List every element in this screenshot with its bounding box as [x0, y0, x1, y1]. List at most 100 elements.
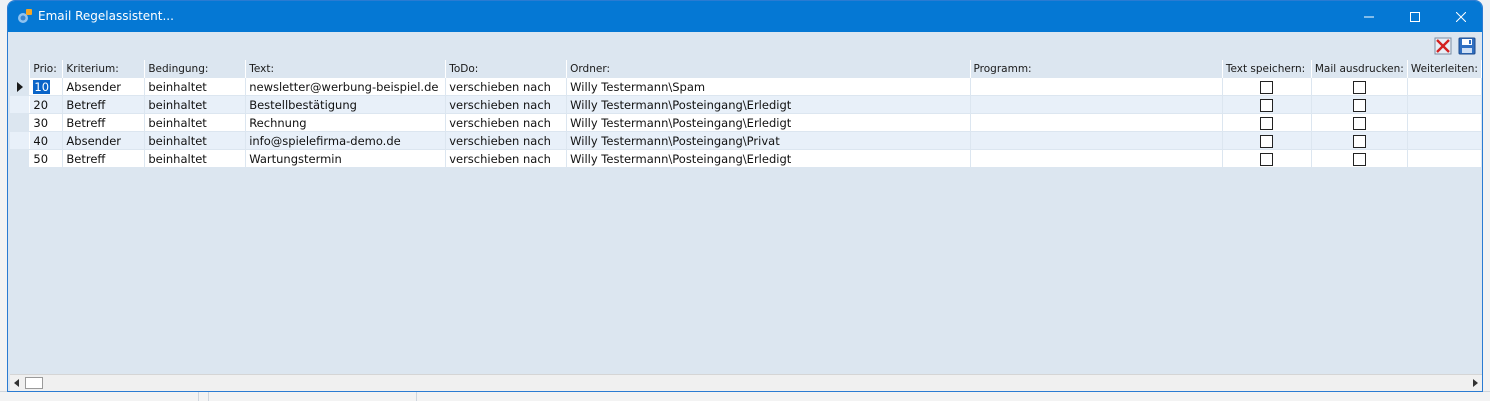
cell-mail-ausdrucken[interactable] — [1311, 95, 1408, 114]
minimize-icon — [1364, 16, 1374, 17]
checkbox[interactable] — [1352, 80, 1366, 94]
cell-todo[interactable]: verschieben nach — [445, 113, 568, 132]
table-row[interactable]: 10 Absender beinhaltet newsletter@werbun… — [10, 78, 1482, 96]
cell-mail-ausdrucken[interactable] — [1311, 78, 1408, 96]
cell-weiterleiten[interactable] — [1407, 95, 1482, 114]
cell-programm[interactable] — [970, 131, 1223, 150]
save-button[interactable] — [1457, 36, 1477, 56]
column-header-bedingung[interactable]: Bedingung: — [144, 60, 247, 78]
cell-kriterium[interactable]: Absender — [62, 131, 146, 150]
cell-ordner[interactable]: Willy Testermann\Posteingang\Erledigt — [566, 113, 971, 132]
cell-bedingung[interactable]: beinhaltet — [144, 78, 247, 96]
column-header-programm[interactable]: Programm: — [970, 60, 1223, 78]
cell-bedingung[interactable]: beinhaltet — [144, 131, 247, 150]
row-header[interactable] — [10, 113, 31, 132]
column-header-weiterleiten[interactable]: Weiterleiten: — [1407, 60, 1482, 78]
column-header-todo[interactable]: ToDo: — [445, 60, 568, 78]
table-row[interactable]: 20 Betreff beinhaltet Bestellbestätigung… — [10, 95, 1482, 114]
cell-prio[interactable]: 50 — [29, 149, 64, 168]
cell-text-speichern[interactable] — [1222, 78, 1312, 96]
cell-todo[interactable]: verschieben nach — [445, 149, 568, 168]
window-title: Email Regelassistent... — [38, 9, 174, 23]
checkbox[interactable] — [1352, 98, 1366, 112]
column-header-text-speichern[interactable]: Text speichern: — [1222, 60, 1312, 78]
cell-kriterium[interactable]: Betreff — [62, 95, 146, 114]
cell-text[interactable]: newsletter@werbung-beispiel.de — [245, 78, 447, 96]
column-header-ordner[interactable]: Ordner: — [566, 60, 971, 78]
grid-header-row: Prio: Kriterium: Bedingung: Text: ToDo: … — [10, 60, 1482, 78]
column-header-kriterium[interactable]: Kriterium: — [62, 60, 146, 78]
horizontal-scrollbar[interactable] — [10, 374, 1482, 391]
cell-text[interactable]: Bestellbestätigung — [245, 95, 447, 114]
row-header-corner — [10, 60, 31, 78]
cell-mail-ausdrucken[interactable] — [1311, 113, 1408, 132]
cell-kriterium[interactable]: Betreff — [62, 149, 146, 168]
table-row[interactable]: 40 Absender beinhaltet info@spielefirma-… — [10, 131, 1482, 150]
cell-text-speichern[interactable] — [1222, 95, 1312, 114]
scrollbar-thumb[interactable] — [25, 377, 43, 389]
cell-prio[interactable]: 20 — [29, 95, 64, 114]
column-header-mail-ausdrucken[interactable]: Mail ausdrucken: — [1311, 60, 1408, 78]
cell-prio[interactable]: 40 — [29, 131, 64, 150]
cell-weiterleiten[interactable] — [1407, 149, 1482, 168]
cell-ordner[interactable]: Willy Testermann\Posteingang\Privat — [566, 131, 971, 150]
maximize-icon — [1410, 11, 1420, 22]
cell-mail-ausdrucken[interactable] — [1311, 131, 1408, 150]
cell-todo[interactable]: verschieben nach — [445, 95, 568, 114]
cell-weiterleiten[interactable] — [1407, 78, 1482, 96]
cell-bedingung[interactable]: beinhaltet — [144, 95, 247, 114]
row-header[interactable] — [10, 78, 31, 96]
table-row[interactable]: 50 Betreff beinhaltet Wartungstermin ver… — [10, 149, 1482, 168]
row-header[interactable] — [10, 131, 31, 150]
cell-prio[interactable]: 30 — [29, 113, 64, 132]
close-icon — [1456, 11, 1466, 22]
checkbox[interactable] — [1260, 152, 1274, 166]
cell-mail-ausdrucken[interactable] — [1311, 149, 1408, 168]
current-row-arrow-icon — [17, 82, 23, 92]
cell-text-speichern[interactable] — [1222, 113, 1312, 132]
scroll-right-arrow-icon[interactable] — [1473, 379, 1478, 387]
delete-rule-button[interactable] — [1433, 36, 1453, 56]
checkbox[interactable] — [1260, 80, 1274, 94]
column-header-prio[interactable]: Prio: — [29, 60, 64, 78]
cell-programm[interactable] — [970, 78, 1223, 96]
checkbox[interactable] — [1260, 134, 1274, 148]
maximize-button[interactable] — [1392, 1, 1438, 32]
cell-text[interactable]: Wartungstermin — [245, 149, 447, 168]
cell-text-speichern[interactable] — [1222, 149, 1312, 168]
cell-bedingung[interactable]: beinhaltet — [144, 113, 247, 132]
selected-prio-value: 10 — [33, 79, 51, 94]
cell-kriterium[interactable]: Betreff — [62, 113, 146, 132]
title-bar[interactable]: Email Regelassistent... — [8, 1, 1482, 32]
scroll-left-arrow-icon[interactable] — [14, 379, 19, 387]
cell-programm[interactable] — [970, 149, 1223, 168]
column-header-text[interactable]: Text: — [245, 60, 447, 78]
cell-prio[interactable]: 10 — [29, 78, 64, 96]
cell-text[interactable]: info@spielefirma-demo.de — [245, 131, 447, 150]
checkbox[interactable] — [1352, 116, 1366, 130]
cell-kriterium[interactable]: Absender — [62, 78, 146, 96]
app-icon — [18, 9, 32, 23]
table-row[interactable]: 30 Betreff beinhaltet Rechnung verschieb… — [10, 113, 1482, 132]
cell-weiterleiten[interactable] — [1407, 113, 1482, 132]
close-button[interactable] — [1438, 1, 1482, 32]
cell-programm[interactable] — [970, 95, 1223, 114]
row-header[interactable] — [10, 95, 31, 114]
cell-weiterleiten[interactable] — [1407, 131, 1482, 150]
cell-todo[interactable]: verschieben nach — [445, 78, 568, 96]
cell-text[interactable]: Rechnung — [245, 113, 447, 132]
row-header[interactable] — [10, 149, 31, 168]
cell-text-speichern[interactable] — [1222, 131, 1312, 150]
checkbox[interactable] — [1352, 134, 1366, 148]
cell-ordner[interactable]: Willy Testermann\Spam — [566, 78, 971, 96]
checkbox[interactable] — [1352, 152, 1366, 166]
cell-bedingung[interactable]: beinhaltet — [144, 149, 247, 168]
cell-programm[interactable] — [970, 113, 1223, 132]
cell-todo[interactable]: verschieben nach — [445, 131, 568, 150]
checkbox[interactable] — [1260, 98, 1274, 112]
checkbox[interactable] — [1260, 116, 1274, 130]
cell-ordner[interactable]: Willy Testermann\Posteingang\Erledigt — [566, 95, 971, 114]
floppy-disk-icon — [1458, 37, 1476, 55]
cell-ordner[interactable]: Willy Testermann\Posteingang\Erledigt — [566, 149, 971, 168]
minimize-button[interactable] — [1346, 1, 1392, 32]
